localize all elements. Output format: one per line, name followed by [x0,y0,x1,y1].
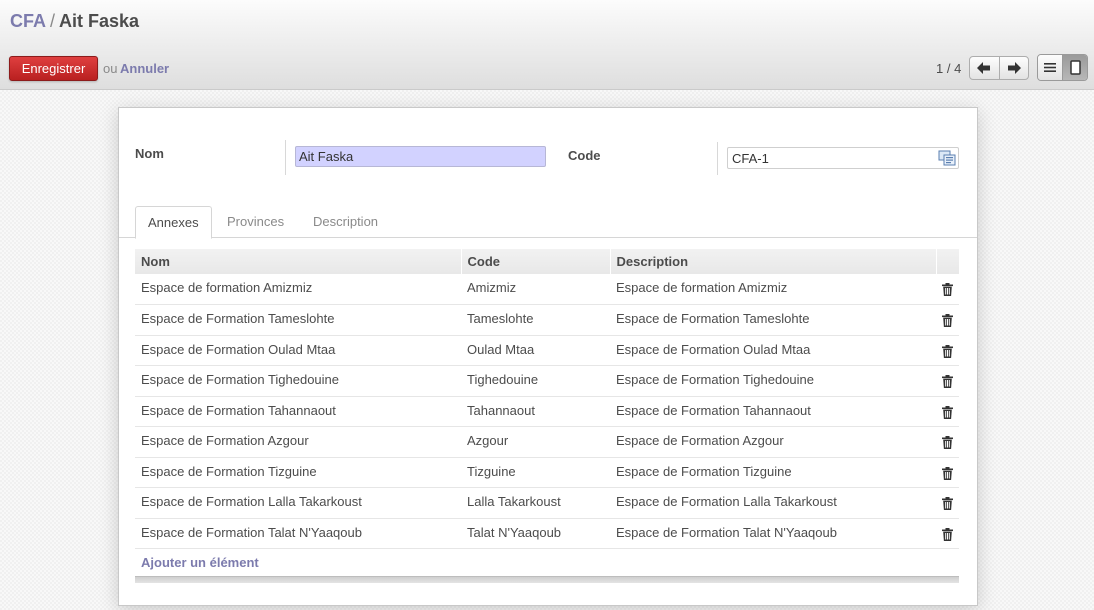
trash-icon [942,466,953,480]
cell-nom: Espace de Formation Azgour [135,426,461,458]
list-view-button[interactable] [1038,55,1062,80]
form-sheet: Nom Ait Faska Code CFA-1 Annexes Provinc… [118,107,978,606]
table-row[interactable]: Espace de Formation Tighedouine Tighedoui… [135,365,959,397]
breadcrumb-parent-link[interactable]: CFA [10,11,46,31]
arrow-right-icon [1007,62,1021,74]
notebook-tabs: Annexes Provinces Description [119,206,977,239]
cell-nom: Espace de Formation Tahannaout [135,396,461,427]
nom-input-value: Ait Faska [299,149,354,164]
delete-row-button[interactable] [936,274,959,305]
label-divider [717,142,718,175]
cell-description: Espace de Formation Lalla Takarkoust [610,487,936,519]
column-header-actions [935,249,960,274]
cell-nom: Espace de Formation Talat N'Yaaqoub [135,518,461,549]
add-row: Ajouter un élément [135,548,959,580]
trash-icon [942,497,953,510]
delete-row-button[interactable] [936,487,959,519]
cell-nom: Espace de Formation Lalla Takarkoust [135,487,461,519]
breadcrumb-current: Ait Faska [59,11,140,31]
delete-row-button[interactable] [936,304,959,336]
previous-record-button[interactable] [970,57,999,79]
pager-buttons [969,56,1029,80]
code-input-value: CFA-1 [732,151,769,166]
nom-input[interactable]: Ait Faska [295,146,546,167]
code-input[interactable]: CFA-1 [727,147,959,169]
code-label: Code [568,148,601,163]
trash-icon [942,375,953,388]
table-row[interactable]: Espace de Formation Oulad Mtaa Oulad Mtaa… [135,335,959,366]
control-panel: CFA / Ait Faska Enregistrer ou Annuler 1 /… [0,0,1094,90]
table-row[interactable]: Espace de Formation Talat N'Yaaqoub Talat… [135,518,959,549]
table-header-row: Nom Code Description [135,249,960,274]
cell-nom: Espace de formation Amizmiz [135,274,461,305]
trash-icon [942,314,953,327]
form-icon [1069,60,1081,75]
cell-code: Tahannaout [461,396,610,427]
table-row[interactable]: Espace de Formation Lalla Takarkoust Lall… [135,487,959,519]
tab-annexes[interactable]: Annexes [135,206,212,239]
or-text: ou [103,61,118,76]
table-row[interactable]: Espace de Formation Azgour Azgour Espace d… [135,426,959,458]
delete-row-button[interactable] [936,457,959,488]
cancel-link[interactable]: Annuler [120,61,169,76]
table-row[interactable]: Espace de Formation Tizguine Tizguine Espa… [135,457,959,488]
delete-row-button[interactable] [936,335,959,366]
cell-code: Lalla Takarkoust [461,487,610,519]
cell-description: Espace de Formation Tighedouine [610,365,936,397]
cell-code: Talat N'Yaaqoub [461,518,610,549]
view-switcher [1037,54,1088,81]
cell-code: Azgour [461,426,610,458]
breadcrumb: CFA / Ait Faska [10,11,139,32]
add-item-link[interactable]: Ajouter un élément [141,555,259,570]
pager-counter: 1 / 4 [936,61,962,76]
trash-icon [942,344,953,358]
cell-description: Espace de Formation Tizguine [610,457,936,488]
table-footer-bar [135,576,959,583]
cell-nom: Espace de Formation Tizguine [135,457,461,488]
next-record-button[interactable] [998,57,1029,79]
cell-nom: Espace de Formation Oulad Mtaa [135,335,461,366]
label-divider [285,140,286,175]
arrow-left-icon [977,62,991,74]
table-body: Espace de formation Amizmiz Amizmiz Espace… [135,274,959,580]
cell-code: Tameslohte [461,304,610,336]
column-header-nom[interactable]: Nom [135,249,462,274]
list-icon [1044,63,1056,72]
trash-icon [942,527,953,541]
delete-row-button[interactable] [936,426,959,458]
form-view-button[interactable] [1062,55,1087,80]
save-button[interactable]: Enregistrer [9,56,98,81]
cell-description: Espace de Formation Talat N'Yaaqoub [610,518,936,549]
trash-icon [942,405,953,419]
cell-code: Tizguine [461,457,610,488]
column-header-code[interactable]: Code [460,249,611,274]
cell-description: Espace de Formation Azgour [610,426,936,458]
cell-code: Oulad Mtaa [461,335,610,366]
cell-description: Espace de Formation Oulad Mtaa [610,335,936,366]
annexes-table: Nom Code Description Espace de formation… [135,249,960,580]
cell-code: Amizmiz [461,274,610,305]
table-row[interactable]: Espace de Formation Tameslohte Tameslohte… [135,304,959,336]
nom-label: Nom [135,146,164,161]
trash-icon [942,436,953,449]
cell-nom: Espace de Formation Tameslohte [135,304,461,336]
delete-row-button[interactable] [936,518,959,549]
table-row[interactable]: Espace de Formation Tahannaout Tahannaout… [135,396,959,427]
tab-provinces[interactable]: Provinces [215,206,296,238]
cell-description: Espace de formation Amizmiz [610,274,936,305]
table-row[interactable]: Espace de formation Amizmiz Amizmiz Espace… [135,274,959,305]
delete-row-button[interactable] [936,396,959,427]
cell-description: Espace de Formation Tameslohte [610,304,936,336]
column-header-description[interactable]: Description [609,249,937,274]
trash-icon [942,283,953,296]
cell-description: Espace de Formation Tahannaout [610,396,936,427]
translate-icon[interactable] [938,150,956,169]
delete-row-button[interactable] [936,365,959,397]
cell-code: Tighedouine [461,365,610,397]
tab-description[interactable]: Description [301,206,390,238]
breadcrumb-separator: / [50,11,56,31]
cell-nom: Espace de Formation Tighedouine [135,365,461,397]
